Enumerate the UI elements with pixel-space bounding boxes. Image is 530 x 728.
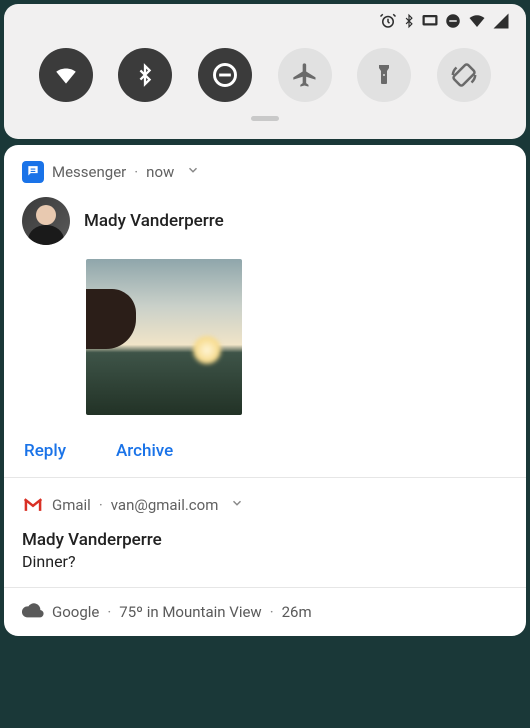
quick-settings-row — [20, 44, 510, 106]
separator-dot: · — [99, 496, 103, 514]
messenger-app-icon — [22, 161, 44, 183]
messenger-notification[interactable]: Messenger · now Mady Vanderperre Reply A… — [4, 145, 526, 477]
cloud-icon — [22, 602, 44, 622]
email-subject: Dinner? — [22, 552, 508, 571]
status-bar — [20, 12, 510, 34]
separator-dot: · — [107, 603, 111, 621]
dnd-status-icon — [444, 12, 462, 34]
dnd-toggle[interactable] — [198, 48, 252, 102]
separator-dot: · — [134, 163, 138, 181]
airplane-toggle[interactable] — [278, 48, 332, 102]
separator-dot: · — [270, 603, 274, 621]
quick-settings-panel — [4, 4, 526, 139]
notification-header: Google · 75º in Mountain View · 26m — [22, 602, 508, 622]
wifi-toggle[interactable] — [39, 48, 93, 102]
reply-button[interactable]: Reply — [24, 441, 66, 461]
bluetooth-toggle[interactable] — [118, 48, 172, 102]
signal-status-icon — [492, 12, 510, 34]
autorotate-toggle[interactable] — [437, 48, 491, 102]
gmail-account: van@gmail.com — [111, 496, 219, 514]
sender-avatar — [22, 197, 70, 245]
gmail-app-icon — [22, 494, 44, 516]
bluetooth-status-icon — [402, 12, 416, 34]
app-name: Gmail — [52, 496, 91, 514]
cast-icon — [421, 12, 439, 34]
notification-actions: Reply Archive — [22, 441, 508, 461]
archive-button[interactable]: Archive — [116, 441, 173, 461]
image-attachment[interactable] — [86, 259, 242, 415]
expand-chevron-icon[interactable] — [186, 163, 200, 181]
app-name: Google — [52, 603, 99, 621]
notification-time: now — [146, 163, 174, 181]
google-notification[interactable]: Google · 75º in Mountain View · 26m — [4, 588, 526, 636]
sender-row: Mady Vanderperre — [22, 197, 508, 245]
email-sender: Mady Vanderperre — [22, 530, 508, 550]
sender-name: Mady Vanderperre — [84, 211, 224, 231]
notification-header: Gmail · van@gmail.com — [22, 494, 508, 516]
panel-drag-handle[interactable] — [251, 116, 279, 121]
notifications-panel: Messenger · now Mady Vanderperre Reply A… — [4, 145, 526, 636]
expand-chevron-icon[interactable] — [230, 496, 244, 514]
wifi-status-icon — [467, 12, 487, 34]
app-name: Messenger — [52, 163, 126, 181]
flashlight-toggle[interactable] — [357, 48, 411, 102]
weather-text: 75º in Mountain View — [119, 603, 261, 621]
notification-time: 26m — [282, 603, 312, 621]
gmail-notification[interactable]: Gmail · van@gmail.com Mady Vanderperre D… — [4, 478, 526, 587]
alarm-icon — [379, 12, 397, 34]
notification-header: Messenger · now — [22, 161, 508, 183]
